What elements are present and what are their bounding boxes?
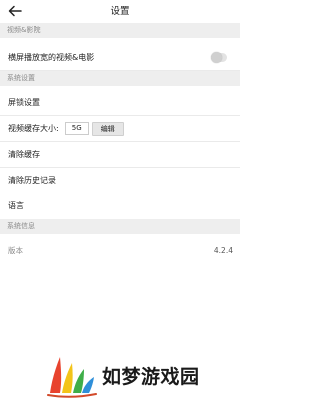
section-header-system-info: 系统信息: [0, 219, 240, 234]
row-language[interactable]: 语言: [0, 192, 240, 218]
row-version: 版本 4.2.4: [0, 238, 240, 262]
cache-size-field[interactable]: 5G: [64, 122, 89, 135]
row-clear-history[interactable]: 清除历史记录: [0, 168, 240, 194]
version-label: 版本: [8, 245, 23, 255]
row-video-cache-size: 视频缓存大小: 5G 编辑: [0, 116, 240, 142]
row-lock-screen[interactable]: 屏锁设置: [0, 90, 240, 116]
top-bar: 设置: [0, 0, 240, 22]
row-label: 语言: [8, 200, 24, 210]
row-label: 清除历史记录: [8, 176, 56, 185]
cache-size-label: 视频缓存大小:: [8, 124, 59, 133]
toggle-knob: [211, 52, 222, 63]
row-landscape-wide-video[interactable]: 横屏播放宽的视频&电影: [0, 45, 240, 71]
row-clear-cache[interactable]: 清除缓存: [0, 142, 240, 168]
version-value: 4.2.4: [213, 245, 233, 255]
row-label: 横屏播放宽的视频&电影: [8, 53, 95, 62]
sail-logo-icon: [47, 357, 97, 398]
watermark-text: 如梦游戏园: [102, 366, 200, 388]
row-label: 屏锁设置: [8, 98, 40, 107]
row-label: 清除缓存: [8, 150, 40, 159]
page-title: 设置: [110, 6, 130, 17]
edit-button[interactable]: 编辑: [91, 121, 124, 136]
landscape-toggle[interactable]: [211, 52, 227, 63]
watermark: 如梦游戏园: [44, 350, 244, 400]
section-header-video: 视频&影院: [0, 23, 240, 38]
section-header-system-settings: 系统设置: [0, 71, 240, 86]
